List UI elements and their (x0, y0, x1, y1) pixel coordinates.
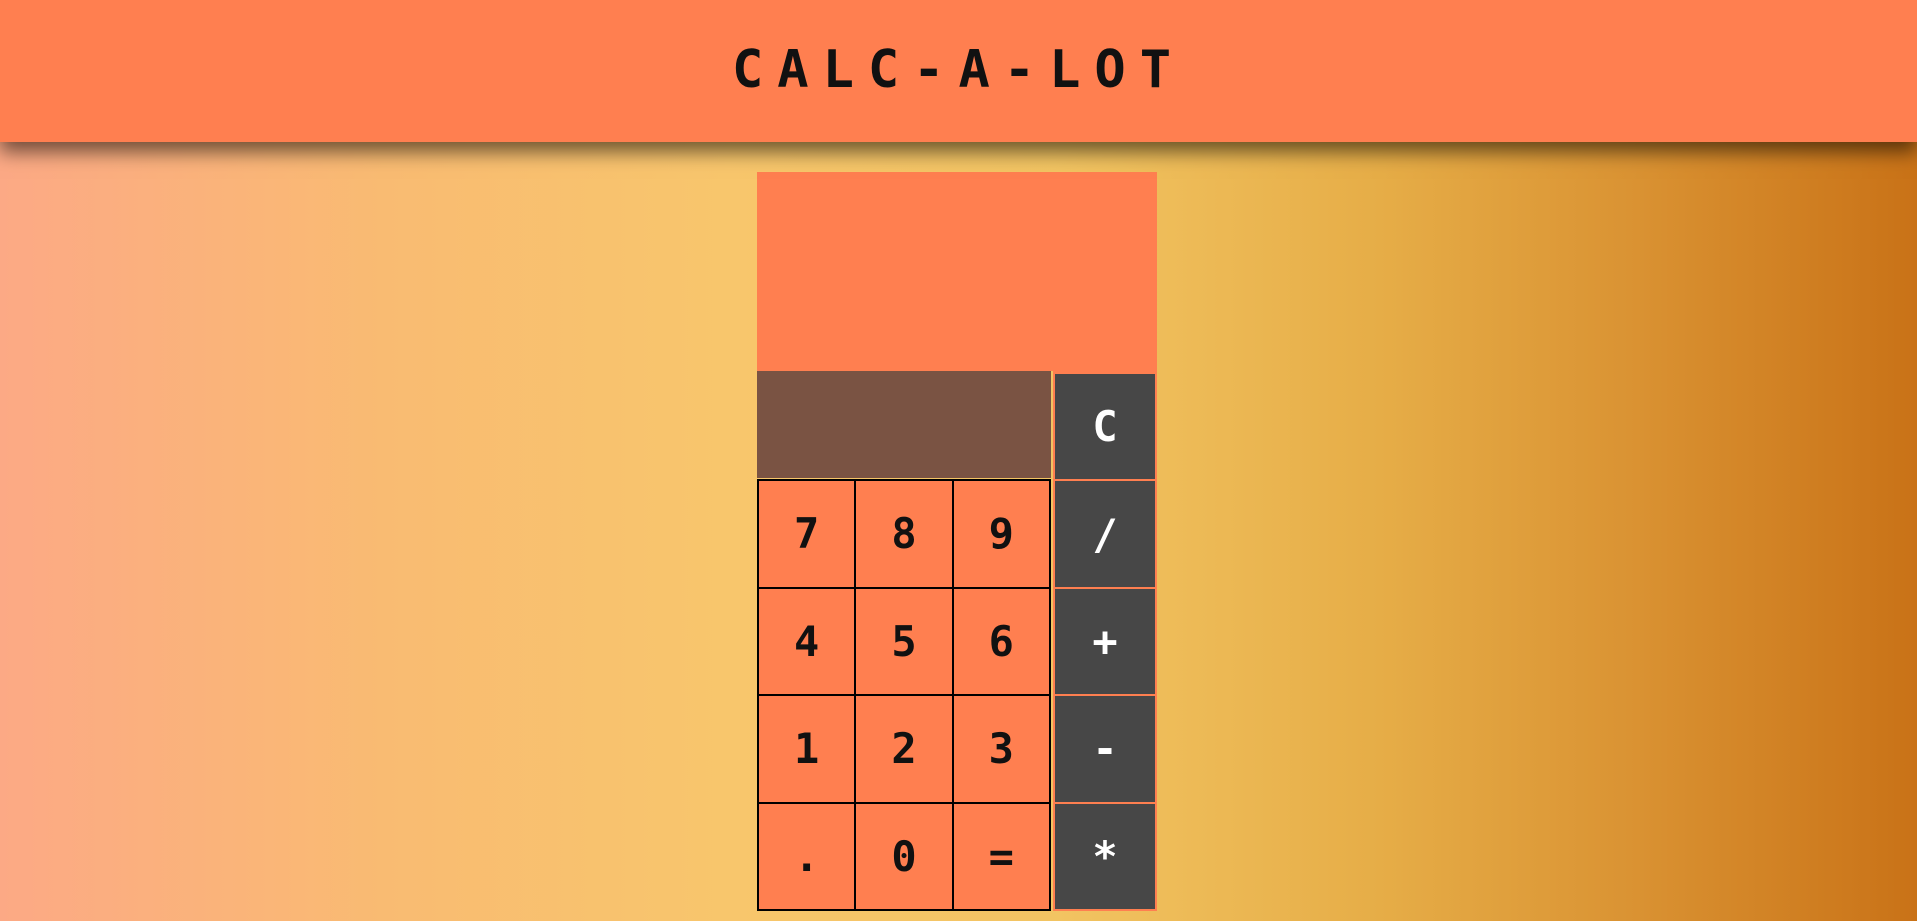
key-6[interactable]: 6 (953, 588, 1049, 694)
divide-button[interactable]: / (1055, 481, 1155, 587)
key-8[interactable]: 8 (856, 481, 952, 587)
key-7[interactable]: 7 (759, 481, 855, 587)
multiply-button[interactable]: * (1055, 803, 1155, 910)
key-equals[interactable]: = (953, 803, 1049, 909)
key-5[interactable]: 5 (856, 588, 952, 694)
key-0[interactable]: 0 (856, 803, 952, 909)
key-decimal[interactable]: . (759, 803, 855, 909)
add-button[interactable]: + (1055, 588, 1155, 695)
key-2[interactable]: 2 (856, 696, 952, 802)
calculator-input-display (757, 371, 1051, 478)
operator-column: C / + - * (1053, 371, 1157, 911)
key-4[interactable]: 4 (759, 588, 855, 694)
app-title: CALC-A-LOT (731, 40, 1186, 100)
key-1[interactable]: 1 (759, 696, 855, 802)
subtract-button[interactable]: - (1055, 696, 1155, 802)
key-9[interactable]: 9 (953, 481, 1049, 587)
key-3[interactable]: 3 (953, 696, 1049, 802)
calculator-screen (757, 172, 1157, 371)
app-header: CALC-A-LOT (0, 0, 1917, 142)
number-keypad: 7 8 9 4 5 6 1 2 3 . 0 = (757, 479, 1051, 911)
clear-button[interactable]: C (1055, 374, 1155, 480)
calculator: 7 8 9 4 5 6 1 2 3 . 0 = C / + - * (757, 172, 1157, 911)
